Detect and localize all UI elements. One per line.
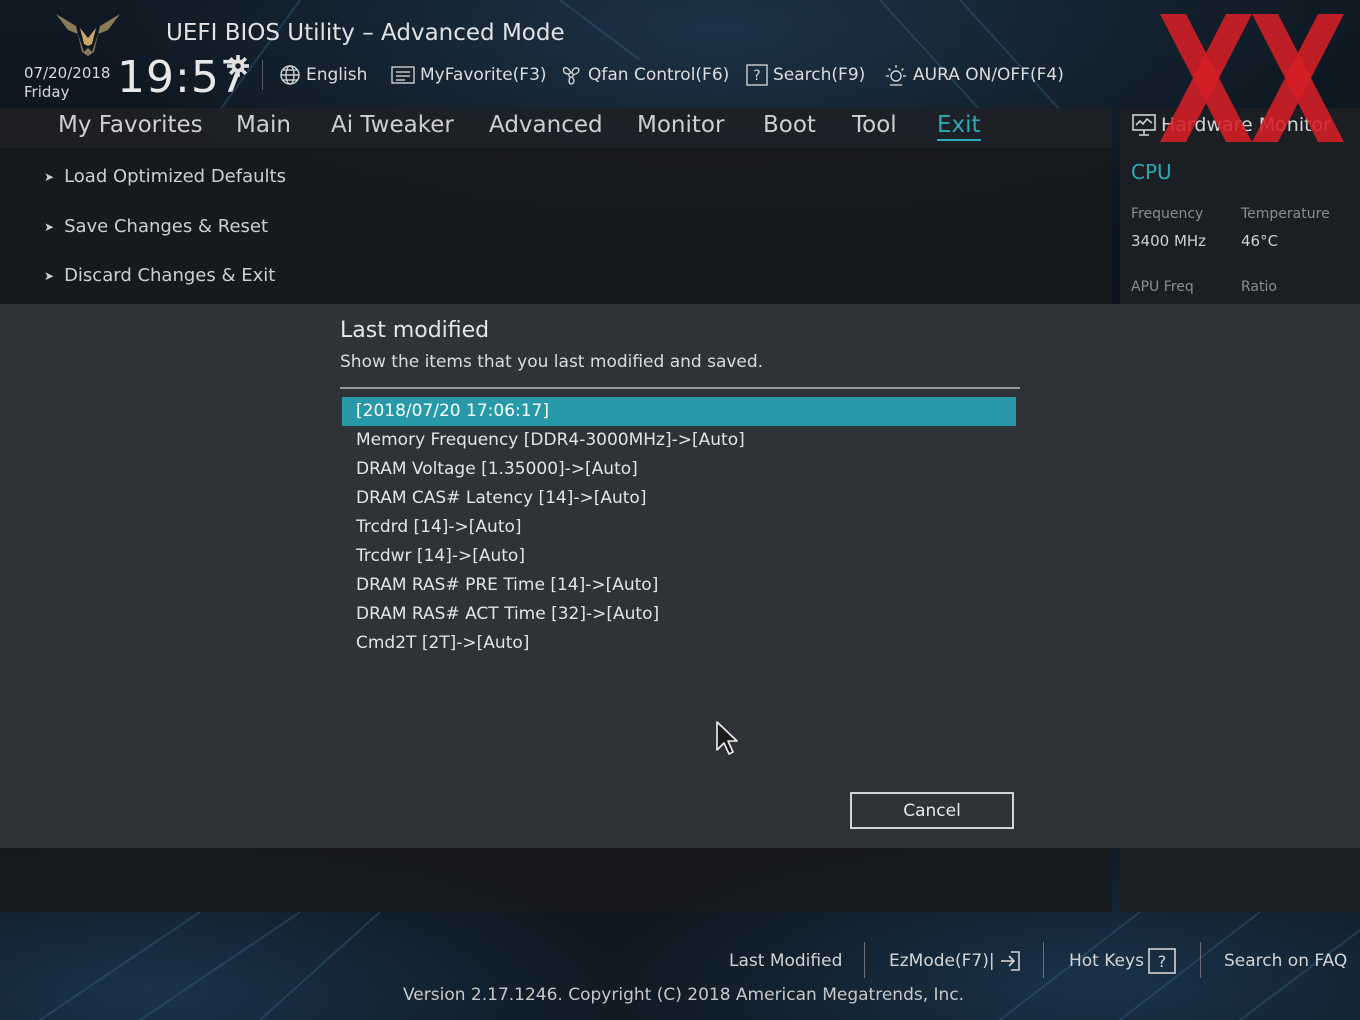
fan-icon — [562, 66, 580, 85]
version-text: Version 2.17.1246. Copyright (C) 2018 Am… — [403, 985, 965, 1005]
frequency-value: 3400 MHz — [1131, 232, 1207, 250]
save-changes-reset-item[interactable]: ➤ Save Changes & Reset — [44, 216, 268, 237]
list-item[interactable]: Trcdrd [14]->[Auto] — [342, 513, 1016, 542]
language-button[interactable]: English — [279, 60, 367, 90]
search-question-icon: ? — [746, 64, 768, 86]
search-faq-label: Search on FAQ — [1224, 951, 1348, 971]
tab-my-favorites[interactable]: My Favorites — [58, 112, 203, 138]
search-faq-button[interactable]: Search on FAQ — [1224, 948, 1347, 974]
exit-arrow-icon — [1000, 951, 1020, 971]
list-item[interactable]: DRAM CAS# Latency [14]->[Auto] — [342, 484, 1016, 513]
favorite-list-icon — [391, 66, 415, 84]
cpu-section-title: CPU — [1131, 160, 1172, 184]
frequency-label: Frequency — [1131, 206, 1204, 222]
last-modified-button[interactable]: Last Modified — [729, 948, 842, 974]
discard-changes-exit-item[interactable]: ➤ Discard Changes & Exit — [44, 265, 275, 286]
qfan-control-button[interactable]: Qfan Control(F6) — [559, 60, 729, 90]
cancel-button[interactable]: Cancel — [850, 792, 1014, 829]
dialog-subtitle: Show the items that you last modified an… — [340, 352, 764, 372]
language-label: English — [306, 65, 368, 85]
ezmode-button[interactable]: EzMode(F7)| — [889, 948, 1021, 974]
myfavorite-label: MyFavorite(F3) — [420, 65, 547, 85]
monitor-icon — [1132, 114, 1156, 136]
aura-toggle-button[interactable]: AURA ON/OFF(F4) — [884, 60, 1064, 90]
hot-keys-button[interactable]: Hot Keys ? — [1069, 948, 1176, 974]
tuf-logo-icon — [56, 14, 120, 56]
dialog-title: Last modified — [340, 318, 490, 343]
menu-item-label: Load Optimized Defaults — [64, 166, 286, 187]
list-item[interactable]: DRAM RAS# PRE Time [14]->[Auto] — [342, 571, 1016, 600]
app-title: UEFI BIOS Utility – Advanced Mode — [166, 20, 565, 46]
footer-separator — [1200, 942, 1201, 978]
list-item[interactable]: Memory Frequency [DDR4-3000MHz]->[Auto] — [342, 426, 1016, 455]
list-item[interactable]: DRAM Voltage [1.35000]->[Auto] — [342, 455, 1016, 484]
chevron-right-icon: ➤ — [44, 219, 55, 234]
temperature-value: 46°C — [1241, 232, 1279, 250]
list-item-selected[interactable]: [2018/07/20 17:06:17] — [342, 397, 1016, 426]
aura-light-icon — [886, 65, 906, 86]
footer-separator — [864, 942, 865, 978]
load-optimized-defaults-item[interactable]: ➤ Load Optimized Defaults — [44, 166, 286, 187]
lower-hardware-panel — [1120, 848, 1360, 912]
menu-item-label: Save Changes & Reset — [64, 216, 269, 237]
tab-monitor[interactable]: Monitor — [637, 112, 724, 138]
current-date: 07/20/2018 Friday — [24, 64, 110, 102]
footer-separator — [1043, 942, 1044, 978]
menu-item-label: Discard Changes & Exit — [64, 265, 276, 286]
search-button[interactable]: ? Search(F9) — [746, 60, 865, 90]
globe-icon — [280, 65, 300, 85]
qfan-control-label: Qfan Control(F6) — [588, 65, 730, 85]
myfavorite-button[interactable]: MyFavorite(F3) — [391, 60, 547, 90]
list-item[interactable]: Cmd2T [2T]->[Auto] — [342, 629, 1016, 658]
xx-watermark-icon — [1160, 14, 1344, 142]
chevron-right-icon: ➤ — [44, 169, 55, 184]
ezmode-label: EzMode(F7)| — [889, 951, 995, 971]
temperature-label: Temperature — [1241, 206, 1330, 222]
last-modified-label: Last Modified — [729, 951, 843, 971]
apu-freq-label: APU Freq — [1131, 279, 1194, 295]
modified-items-list[interactable]: [2018/07/20 17:06:17] Memory Frequency [… — [342, 397, 1016, 658]
lower-panel — [0, 848, 1112, 912]
aura-label: AURA ON/OFF(F4) — [913, 65, 1064, 85]
chevron-right-icon: ➤ — [44, 268, 55, 283]
day-text: Friday — [24, 83, 70, 101]
list-item[interactable]: Trcdwr [14]->[Auto] — [342, 542, 1016, 571]
tab-ai-tweaker[interactable]: Ai Tweaker — [331, 112, 454, 138]
tab-boot[interactable]: Boot — [763, 112, 816, 138]
tab-advanced[interactable]: Advanced — [489, 112, 603, 138]
dialog-divider — [340, 387, 1020, 389]
tab-tool[interactable]: Tool — [852, 112, 897, 138]
header-separator — [262, 60, 263, 90]
hot-keys-label: Hot Keys — [1069, 951, 1144, 971]
question-box-icon: ? — [1148, 948, 1176, 974]
search-label: Search(F9) — [773, 65, 866, 85]
list-item[interactable]: DRAM RAS# ACT Time [32]->[Auto] — [342, 600, 1016, 629]
tab-exit[interactable]: Exit — [937, 112, 981, 141]
ratio-label: Ratio — [1241, 279, 1277, 295]
gear-icon[interactable] — [226, 54, 250, 78]
mouse-pointer-icon — [716, 721, 738, 755]
svg-text:?: ? — [753, 68, 760, 84]
svg-text:?: ? — [1158, 952, 1167, 971]
tab-main[interactable]: Main — [236, 112, 291, 138]
date-text: 07/20/2018 — [24, 64, 111, 82]
